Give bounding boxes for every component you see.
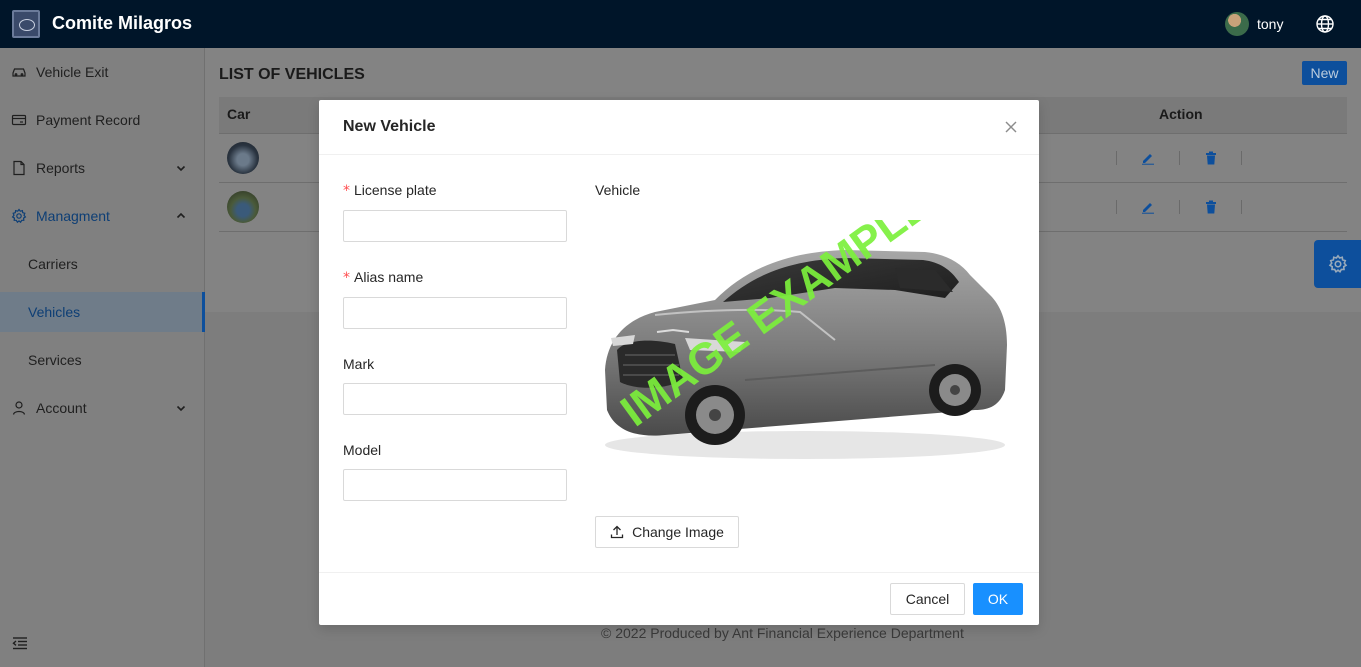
globe-icon[interactable] [1315,14,1335,34]
app-title[interactable]: Comite Milagros [52,13,192,34]
column-header-car: Car [227,106,251,122]
car-thumbnail [227,142,259,174]
divider [1116,200,1117,214]
edit-icon[interactable] [1141,200,1155,214]
gear-icon [1328,254,1347,273]
user-icon [12,401,26,415]
car-thumbnail [227,191,259,223]
new-button[interactable]: New [1302,61,1347,85]
ok-button[interactable]: OK [973,583,1023,615]
modal-header: New Vehicle [319,100,1039,155]
page-title: LIST OF VEHICLES [219,66,365,83]
sidebar-item-label: Services [28,352,82,368]
sidebar-item-label: Reports [36,160,86,176]
alias-name-label: * Alias name [343,269,424,286]
sidebar: Vehicle Exit Payment Record Reports Mana… [0,48,205,667]
sidebar-item-services[interactable]: Services [0,340,205,380]
vehicle-image-label: Vehicle [595,182,641,198]
sidebar-item-label: Payment Record [36,112,141,128]
modal-title: New Vehicle [343,118,436,135]
model-input[interactable] [343,469,567,501]
sidebar-item-managment[interactable]: Managment [0,196,205,236]
sidebar-item-label: Carriers [28,256,78,272]
car-icon [12,68,26,77]
required-mark: * [343,183,350,199]
model-label: Model [343,442,382,458]
alias-name-input[interactable] [343,297,567,329]
license-plate-input[interactable] [343,210,567,242]
delete-icon[interactable] [1204,151,1218,165]
user-avatar[interactable] [1225,12,1249,36]
divider [1179,151,1180,165]
mark-input[interactable] [343,383,567,415]
required-mark: * [343,270,350,286]
settings-button[interactable] [1314,240,1361,288]
edit-icon[interactable] [1141,151,1155,165]
chevron-up-icon [176,212,186,219]
wallet-icon [11,114,27,126]
sidebar-item-label: Account [36,400,87,416]
sidebar-item-vehicle-exit[interactable]: Vehicle Exit [0,52,205,92]
app-logo[interactable] [12,10,40,38]
divider [1179,200,1180,214]
column-header-action: Action [1159,106,1203,122]
sidebar-item-label: Vehicles [28,304,81,320]
sidebar-item-label: Managment [36,208,110,224]
sidebar-item-payment-record[interactable]: Payment Record [0,100,205,140]
gear-icon [11,208,27,224]
chevron-down-icon [176,405,186,412]
new-vehicle-modal: New Vehicle * License plate * Alias name M… [319,100,1039,625]
mark-label: Mark [343,356,375,372]
divider [1241,200,1242,214]
delete-icon[interactable] [1204,200,1218,214]
change-image-label: Change Image [632,524,724,540]
chevron-down-icon [176,165,186,172]
vehicle-image-preview: IMAGE EXAMPLE [605,220,1007,459]
file-icon [13,160,25,176]
menu-fold-icon[interactable] [12,635,28,651]
sidebar-item-account[interactable]: Account [0,388,205,428]
sidebar-item-carriers[interactable]: Carriers [0,244,205,284]
license-plate-label: * License plate [343,182,437,199]
divider [1241,151,1242,165]
cancel-button[interactable]: Cancel [890,583,965,615]
divider [1116,151,1117,165]
username[interactable]: tony [1257,16,1283,32]
upload-icon [610,525,624,539]
close-icon[interactable] [1003,119,1019,135]
top-header: Comite Milagros tony [0,0,1361,48]
sidebar-item-vehicles[interactable]: Vehicles [0,292,205,332]
sidebar-item-reports[interactable]: Reports [0,148,205,188]
footer-text: © 2022 Produced by Ant Financial Experie… [601,625,964,641]
sidebar-item-label: Vehicle Exit [36,64,109,80]
change-image-button[interactable]: Change Image [595,516,739,548]
